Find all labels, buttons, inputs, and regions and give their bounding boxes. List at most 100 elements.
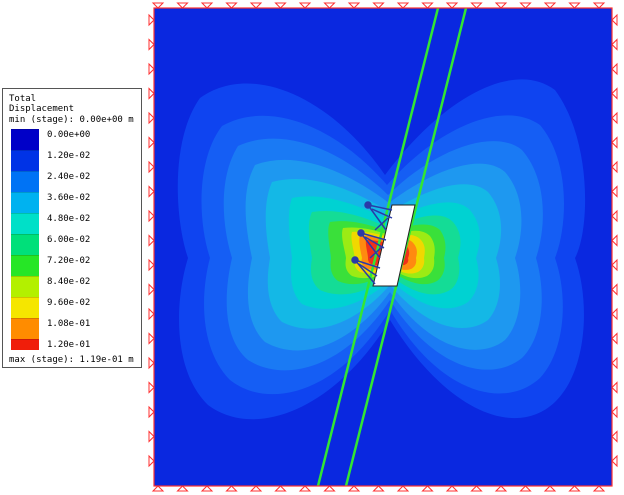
triangle-fixity-icon [611, 87, 618, 100]
legend-swatch [11, 297, 39, 318]
triangle-fixity-icon [519, 485, 532, 492]
legend-panel[interactable]: Total Displacement min (stage): 0.00e+00… [2, 88, 142, 368]
legend-tick-label: 7.20e-02 [47, 256, 91, 266]
triangle-fixity-icon [445, 2, 459, 9]
triangle-fixity-icon [592, 485, 606, 492]
triangle-fixity-icon [372, 2, 385, 9]
triangle-fixity-icon [148, 111, 155, 125]
triangle-fixity-icon [274, 485, 287, 492]
legend-tick-label: 1.20e-01 [47, 340, 91, 350]
legend-title-line1: Total [9, 94, 37, 104]
triangle-fixity-icon [611, 111, 618, 125]
legend-title-line2: Displacement [9, 104, 75, 114]
triangle-fixity-icon [611, 185, 618, 198]
legend-tick-label: 8.40e-02 [47, 277, 91, 287]
triangle-fixity-icon [568, 485, 581, 492]
legend-swatch [11, 339, 39, 350]
triangle-fixity-icon [148, 234, 155, 247]
legend-tick-label: 2.40e-02 [47, 172, 91, 182]
triangle-fixity-icon [176, 2, 189, 9]
triangle-fixity-icon [323, 485, 336, 492]
triangle-fixity-icon [148, 62, 155, 76]
triangle-fixity-icon [200, 2, 214, 9]
triangle-fixity-icon [421, 2, 434, 9]
triangle-fixity-icon [148, 430, 155, 443]
triangle-fixity-icon [148, 136, 155, 149]
legend-swatch [11, 192, 39, 213]
triangle-fixity-icon [611, 38, 618, 51]
triangle-fixity-icon [611, 160, 618, 174]
triangle-fixity-icon [148, 307, 155, 321]
legend-tick-label: 4.80e-02 [47, 214, 91, 224]
legend-max-label: max (stage): 1.19e-01 m [9, 355, 134, 365]
triangle-fixity-icon [611, 381, 618, 394]
triangle-fixity-icon [225, 2, 238, 9]
triangle-fixity-icon [611, 454, 618, 468]
triangle-fixity-icon [298, 485, 312, 492]
triangle-fixity-icon [611, 62, 618, 76]
legend-swatch [11, 318, 39, 339]
triangle-fixity-icon [148, 405, 155, 419]
legend-swatch [11, 129, 39, 150]
triangle-fixity-icon [543, 2, 557, 9]
triangle-fixity-icon [494, 2, 508, 9]
legend-tick-label: 1.20e-02 [47, 151, 91, 161]
triangle-fixity-icon [372, 485, 385, 492]
triangle-fixity-icon [148, 160, 155, 174]
legend-tick-label: 0.00e+00 [47, 130, 91, 140]
triangle-fixity-icon [225, 485, 238, 492]
triangle-fixity-icon [274, 2, 287, 9]
triangle-fixity-icon [470, 2, 483, 9]
triangle-fixity-icon [148, 283, 155, 296]
triangle-fixity-icon [568, 2, 581, 9]
legend-swatch [11, 276, 39, 297]
legend-tick-label: 9.60e-02 [47, 298, 91, 308]
legend-tick-label: 1.08e-01 [47, 319, 91, 329]
legend-swatch [11, 255, 39, 276]
triangle-fixity-icon [148, 38, 155, 51]
triangle-fixity-icon [249, 485, 263, 492]
triangle-fixity-icon [421, 485, 434, 492]
triangle-fixity-icon [151, 2, 165, 9]
triangle-fixity-icon [148, 356, 155, 370]
legend-tick-label: 3.60e-02 [47, 193, 91, 203]
triangle-fixity-icon [611, 283, 618, 296]
triangle-fixity-icon [347, 485, 361, 492]
triangle-fixity-icon [611, 356, 618, 370]
legend-swatch [11, 234, 39, 255]
legend-swatch [11, 171, 39, 192]
triangle-fixity-icon [148, 209, 155, 223]
triangle-fixity-icon [611, 430, 618, 443]
triangle-fixity-icon [148, 454, 155, 468]
triangle-fixity-icon [151, 485, 165, 492]
triangle-fixity-icon [611, 258, 618, 272]
triangle-fixity-icon [611, 405, 618, 419]
triangle-fixity-icon [611, 307, 618, 321]
triangle-fixity-icon [396, 485, 410, 492]
triangle-fixity-icon [148, 332, 155, 345]
triangle-fixity-icon [611, 13, 618, 27]
triangle-fixity-icon [611, 209, 618, 223]
legend-tick-label: 6.00e-02 [47, 235, 91, 245]
triangle-fixity-icon [494, 485, 508, 492]
triangle-fixity-icon [148, 185, 155, 198]
triangle-fixity-icon [249, 2, 263, 9]
triangle-fixity-icon [148, 87, 155, 100]
triangle-fixity-icon [176, 485, 189, 492]
triangle-fixity-icon [200, 485, 214, 492]
triangle-fixity-icon [611, 234, 618, 247]
triangle-fixity-icon [445, 485, 459, 492]
legend-min-label: min (stage): 0.00e+00 m [9, 115, 134, 125]
triangle-fixity-icon [470, 485, 483, 492]
triangle-fixity-icon [347, 2, 361, 9]
triangle-fixity-icon [148, 13, 155, 27]
triangle-fixity-icon [148, 258, 155, 272]
triangle-fixity-icon [298, 2, 312, 9]
triangle-fixity-icon [592, 2, 606, 9]
triangle-fixity-icon [148, 381, 155, 394]
triangle-fixity-icon [611, 136, 618, 149]
triangle-fixity-icon [323, 2, 336, 9]
triangle-fixity-icon [519, 2, 532, 9]
legend-swatch [11, 150, 39, 171]
triangle-fixity-icon [543, 485, 557, 492]
